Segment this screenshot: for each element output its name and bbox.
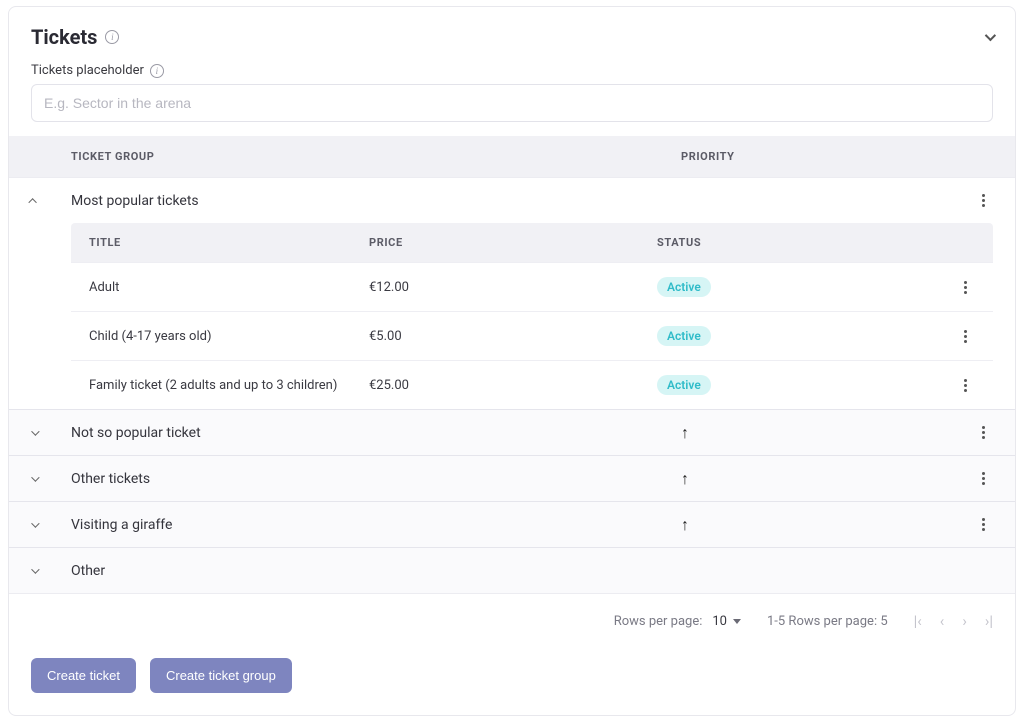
group-row: Most popular tickets	[9, 177, 1015, 223]
rows-per-page-value: 10	[712, 614, 727, 629]
expand-toggle[interactable]	[31, 198, 71, 204]
tickets-card: Tickets i Tickets placeholder i TICKET G…	[8, 6, 1016, 716]
chevron-down-icon	[31, 565, 39, 573]
ticket-title: Child (4-17 years old)	[89, 329, 369, 344]
column-header-status: STATUS	[657, 236, 935, 249]
actions-row: Create ticket Create ticket group	[9, 648, 1015, 715]
first-page-icon[interactable]: |‹	[914, 612, 922, 630]
group-row: Not so popular ticket↑	[9, 409, 1015, 455]
expand-toggle[interactable]	[31, 430, 71, 436]
last-page-icon[interactable]: ›|	[985, 612, 993, 630]
dropdown-icon	[733, 619, 741, 624]
ticket-row: Family ticket (2 adults and up to 3 chil…	[71, 360, 993, 409]
chevron-up-icon	[28, 198, 36, 206]
group-row: Visiting a giraffe↑	[9, 501, 1015, 547]
menu-cell	[953, 469, 993, 489]
expand-toggle[interactable]	[31, 476, 71, 482]
prev-page-icon[interactable]: ‹	[940, 612, 945, 630]
card-header: Tickets i	[9, 7, 1015, 59]
menu-cell	[953, 423, 993, 443]
placeholder-input[interactable]	[31, 84, 993, 122]
column-header-price: PRICE	[369, 236, 657, 249]
row-menu-icon[interactable]	[955, 375, 975, 395]
group-name: Other tickets	[71, 471, 681, 487]
ticket-price: €25.00	[369, 378, 657, 393]
create-ticket-button[interactable]: Create ticket	[31, 658, 136, 693]
placeholder-label-row: Tickets placeholder i	[31, 63, 993, 78]
expand-toggle[interactable]	[31, 522, 71, 528]
ticket-price: €5.00	[369, 329, 657, 344]
ticket-subtable: TITLEPRICESTATUSAdult€12.00ActiveChild (…	[9, 223, 1015, 409]
status-badge: Active	[657, 326, 711, 346]
priority-cell: ↑	[681, 517, 953, 533]
pagination-footer: Rows per page: 10 1-5 Rows per page: 5 |…	[9, 593, 1015, 648]
row-menu-icon[interactable]	[973, 423, 993, 443]
status-badge: Active	[657, 277, 711, 297]
pagination-range: 1-5 Rows per page: 5	[767, 614, 888, 629]
chevron-down-icon	[31, 473, 39, 481]
ticket-status-cell: Active	[657, 375, 935, 395]
group-row: Other	[9, 547, 1015, 593]
priority-cell: ↑	[681, 425, 953, 441]
ticket-status-cell: Active	[657, 277, 935, 297]
row-menu-icon[interactable]	[973, 469, 993, 489]
row-menu-icon[interactable]	[973, 191, 993, 211]
placeholder-label: Tickets placeholder	[31, 63, 144, 78]
group-name: Visiting a giraffe	[71, 517, 681, 533]
ticket-title: Family ticket (2 adults and up to 3 chil…	[89, 378, 369, 393]
chevron-down-icon	[31, 427, 39, 435]
rows-per-page-label: Rows per page:	[614, 614, 703, 629]
menu-cell	[953, 191, 993, 211]
group-name: Most popular tickets	[71, 193, 681, 209]
group-name: Other	[71, 563, 681, 579]
column-header-title: TITLE	[89, 236, 369, 249]
ticket-title: Adult	[89, 280, 369, 295]
info-icon[interactable]: i	[105, 30, 119, 44]
column-header-group: TICKET GROUP	[31, 150, 681, 163]
ticket-subtable-header: TITLEPRICESTATUS	[71, 223, 993, 262]
ticket-row: Adult€12.00Active	[71, 262, 993, 311]
column-header-priority: PRIORITY	[681, 150, 993, 163]
page-title: Tickets	[31, 25, 97, 49]
menu-cell	[953, 515, 993, 535]
priority-up-icon[interactable]: ↑	[681, 425, 689, 441]
chevron-down-icon	[31, 519, 39, 527]
row-menu-icon[interactable]	[955, 277, 975, 297]
row-menu-icon[interactable]	[955, 326, 975, 346]
pagination-controls: |‹ ‹ › ›|	[914, 612, 993, 630]
rows-per-page: Rows per page: 10	[614, 614, 741, 629]
collapse-card-chevron-icon[interactable]	[985, 30, 996, 41]
ticket-price: €12.00	[369, 280, 657, 295]
group-name: Not so popular ticket	[71, 425, 681, 441]
group-row: Other tickets↑	[9, 455, 1015, 501]
ticket-status-cell: Active	[657, 326, 935, 346]
create-ticket-group-button[interactable]: Create ticket group	[150, 658, 292, 693]
rows-per-page-select[interactable]: 10	[712, 614, 741, 629]
next-page-icon[interactable]: ›	[962, 612, 967, 630]
placeholder-field-block: Tickets placeholder i	[9, 59, 1015, 136]
ticket-row: Child (4-17 years old)€5.00Active	[71, 311, 993, 360]
groups-container: Most popular ticketsTITLEPRICESTATUSAdul…	[9, 177, 1015, 593]
priority-cell: ↑	[681, 471, 953, 487]
title-row: Tickets i	[31, 25, 119, 49]
group-table-header: TICKET GROUP PRIORITY	[9, 136, 1015, 177]
priority-up-icon[interactable]: ↑	[681, 517, 689, 533]
expand-toggle[interactable]	[31, 568, 71, 574]
row-menu-icon[interactable]	[973, 515, 993, 535]
info-icon[interactable]: i	[150, 64, 164, 78]
status-badge: Active	[657, 375, 711, 395]
priority-up-icon[interactable]: ↑	[681, 471, 689, 487]
